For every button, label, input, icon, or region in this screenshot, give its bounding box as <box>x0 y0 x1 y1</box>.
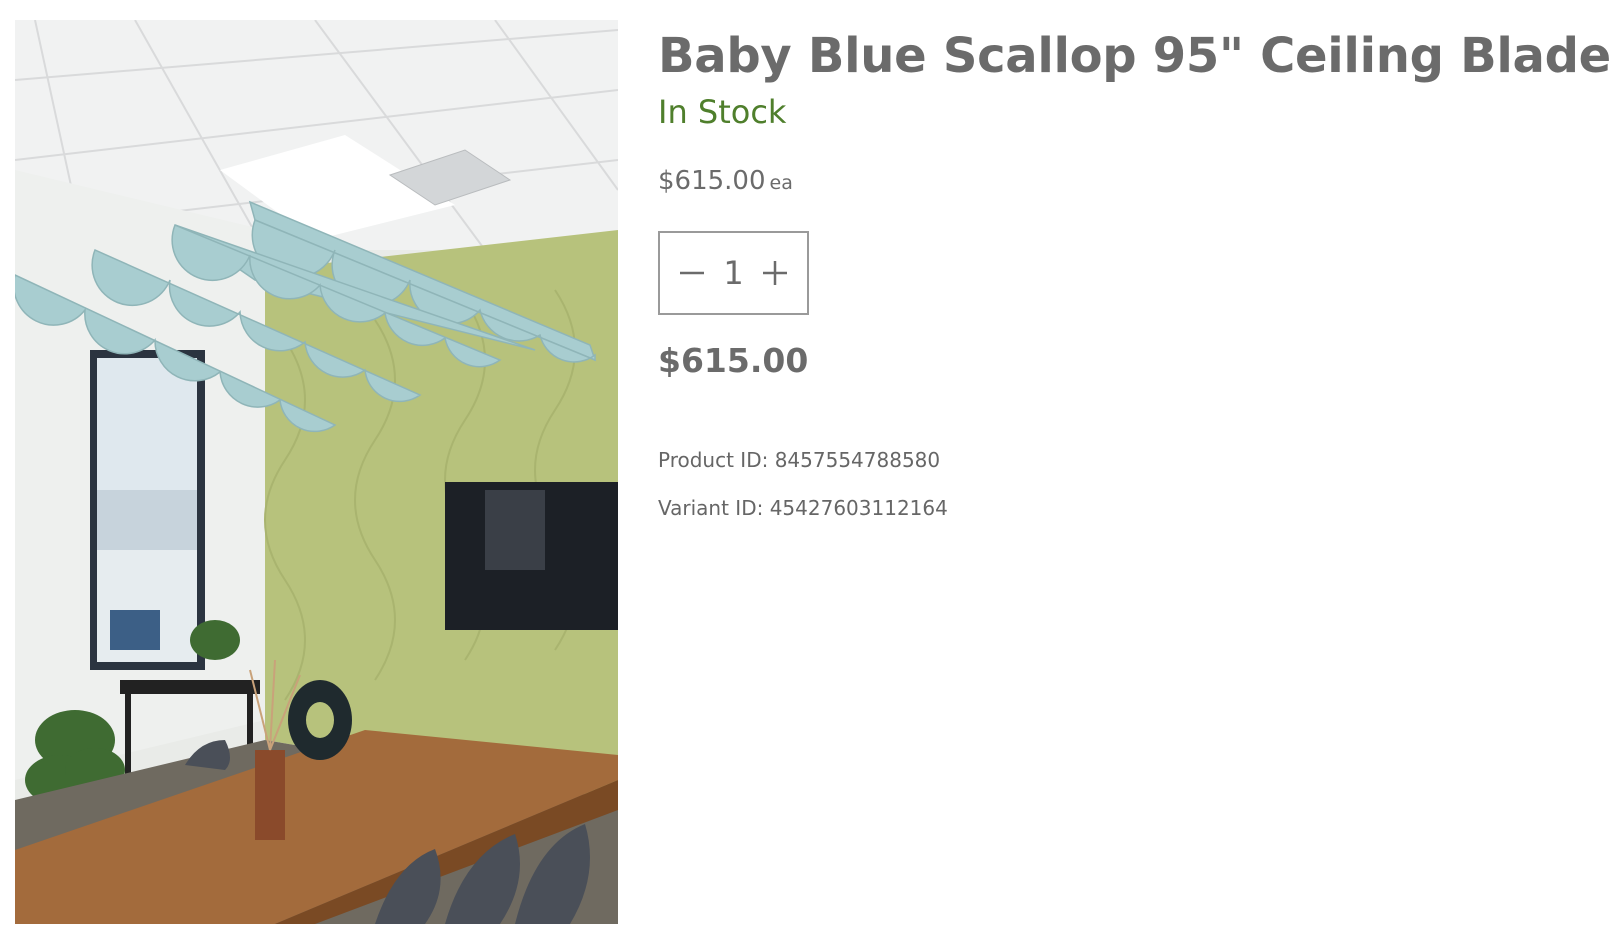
product-image[interactable] <box>15 20 618 924</box>
decrement-button[interactable] <box>677 258 707 288</box>
product-id-value: 8457554788580 <box>774 448 941 472</box>
increment-button[interactable] <box>760 258 790 288</box>
product-page: Baby Blue Scallop 95" Ceiling Blade In S… <box>0 0 1612 928</box>
quantity-stepper: 1 <box>658 231 809 315</box>
product-id-line: Product ID: 8457554788580 <box>658 447 1608 473</box>
minus-icon <box>680 271 705 275</box>
unit-price-line: $615.00 ea <box>658 164 1608 200</box>
variant-id-label: Variant ID: <box>658 496 764 520</box>
product-photo <box>15 20 618 924</box>
quantity-value[interactable]: 1 <box>723 257 743 289</box>
variant-id-value: 45427603112164 <box>769 496 948 520</box>
stock-status: In Stock <box>658 93 787 131</box>
total-price: $615.00 <box>658 341 809 380</box>
unit-label: ea <box>769 172 793 194</box>
product-id-label: Product ID: <box>658 448 769 472</box>
plus-icon <box>762 261 787 285</box>
unit-price: $615.00 <box>658 166 766 196</box>
product-title: Baby Blue Scallop 95" Ceiling Blade <box>658 28 1611 84</box>
product-details: Baby Blue Scallop 95" Ceiling Blade In S… <box>658 24 1611 521</box>
variant-id-line: Variant ID: 45427603112164 <box>658 495 1608 521</box>
